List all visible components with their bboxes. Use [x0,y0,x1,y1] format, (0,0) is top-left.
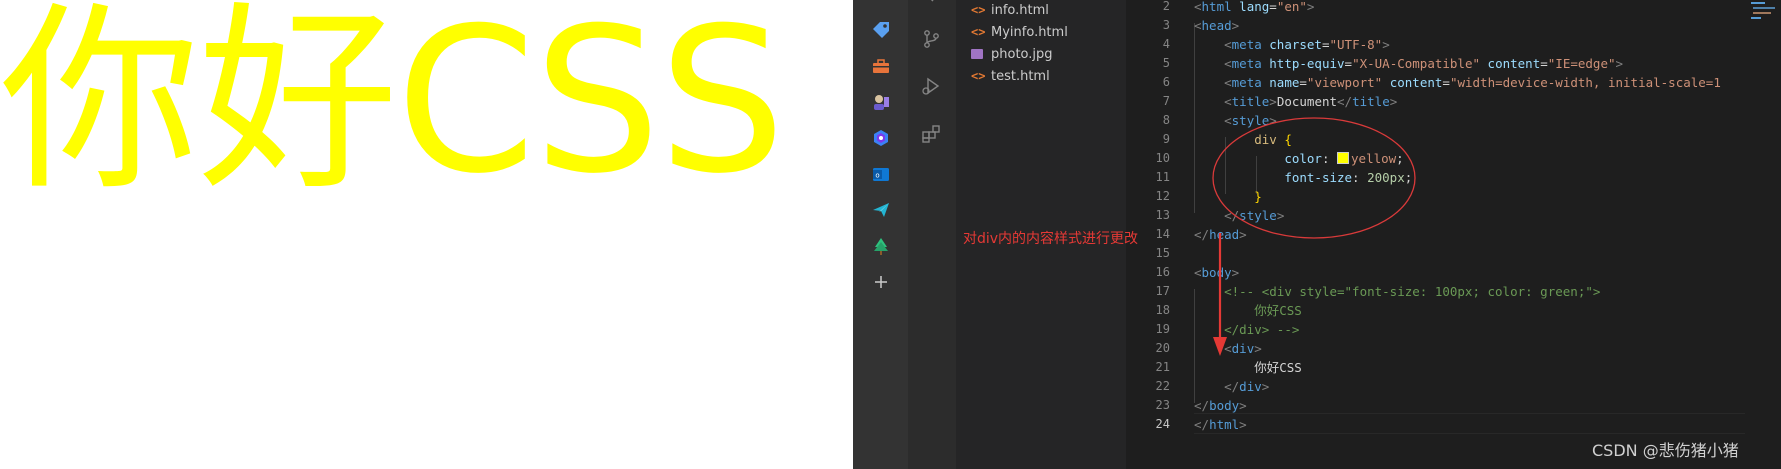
activity-bar-extensions: o [853,0,908,469]
line-number: 6 [1162,75,1170,89]
file-name: test.html [991,68,1050,84]
outlook-extension-icon[interactable]: o [870,163,892,185]
code-line: </style> [1224,208,1285,223]
line-number: 5 [1162,56,1170,70]
line-number: 12 [1155,189,1170,203]
code-line: </div> [1224,379,1270,394]
plus-icon[interactable] [870,271,892,293]
chevron-icon[interactable] [920,0,942,12]
line-number: 19 [1155,322,1170,336]
file-item[interactable]: photo.jpg [971,43,1053,65]
code-line: 你好CSS [1254,303,1302,318]
code-line: color: yellow; [1284,151,1404,166]
line-number: 21 [1155,360,1170,374]
code-line: <meta name="viewport" content="width=dev… [1224,75,1721,90]
code-line: <meta http-equiv="X-UA-Compatible" conte… [1224,56,1624,71]
line-number: 7 [1162,94,1170,108]
annotation-label: 对div内的内容样式进行更改 [963,231,1139,247]
watermark: CSDN @悲伤猪小猪 [1592,441,1739,460]
tag-extension-icon[interactable] [870,19,892,41]
file-name: photo.jpg [991,46,1053,62]
code-line: <meta charset="UTF-8"> [1224,37,1390,52]
line-number: 8 [1162,113,1170,127]
file-item[interactable]: <> Myinfo.html [971,21,1068,43]
paper-plane-extension-icon[interactable] [870,199,892,221]
account-extension-icon[interactable] [870,91,892,113]
file-name: Myinfo.html [991,24,1068,40]
line-number: 22 [1155,379,1170,393]
line-number: 23 [1155,398,1170,412]
html-file-icon: <> [971,25,986,39]
code-line: <div> [1224,341,1262,356]
source-control-icon[interactable] [920,28,942,50]
code-line: font-size: 200px; [1284,170,1413,185]
line-number: 20 [1155,341,1170,355]
line-number: 18 [1155,303,1170,317]
code-line: } [1254,189,1262,204]
run-debug-icon[interactable] [920,75,942,97]
line-number: 9 [1162,132,1170,146]
toolbox-extension-icon[interactable] [870,55,892,77]
browser-preview: 你好CSS [0,0,853,469]
line-number: 2 [1162,0,1170,13]
code-line: </html> [1194,417,1247,432]
file-name: info.html [991,2,1049,18]
svg-text:o: o [875,172,879,180]
current-line-highlight [1194,413,1761,434]
extensions-icon[interactable] [920,123,942,145]
line-number: 16 [1155,265,1170,279]
code-line: </body> [1194,398,1247,413]
line-number: 3 [1162,18,1170,32]
line-number: 13 [1155,208,1170,222]
line-number-active: 24 [1155,417,1170,431]
html-file-icon: <> [971,3,986,17]
tree-extension-icon[interactable] [870,235,892,257]
code-line: <!-- <div style="font-size: 100px; color… [1224,284,1601,299]
preview-heading-text: 你好CSS [0,0,786,218]
code-line: div { [1254,132,1292,147]
code-line: </head> [1194,227,1247,242]
line-number: 11 [1155,170,1170,184]
file-item[interactable]: <> test.html [971,65,1050,87]
copilot-extension-icon[interactable] [870,127,892,149]
html-file-icon: <> [971,69,986,83]
code-editor[interactable]: 2 3 4 5 6 7 8 9 10 11 12 13 14 15 16 17 … [1126,0,1781,469]
line-number: 17 [1155,284,1170,298]
code-line: <style> [1224,113,1277,128]
color-swatch[interactable] [1337,152,1350,164]
file-item[interactable]: <> info.html [971,0,1049,21]
minimap[interactable] [1745,0,1781,469]
code-line: <title>Document</title> [1224,94,1398,109]
line-number: 4 [1162,37,1170,51]
code-line: <html lang="en"> [1194,0,1315,14]
activity-bar [908,0,957,469]
code-line: <head> [1194,18,1240,33]
code-line: 你好CSS [1254,360,1302,375]
code-line: </div> --> [1224,322,1300,337]
line-number: 10 [1155,151,1170,165]
image-file-icon [971,49,983,59]
code-line: <body> [1194,265,1240,280]
